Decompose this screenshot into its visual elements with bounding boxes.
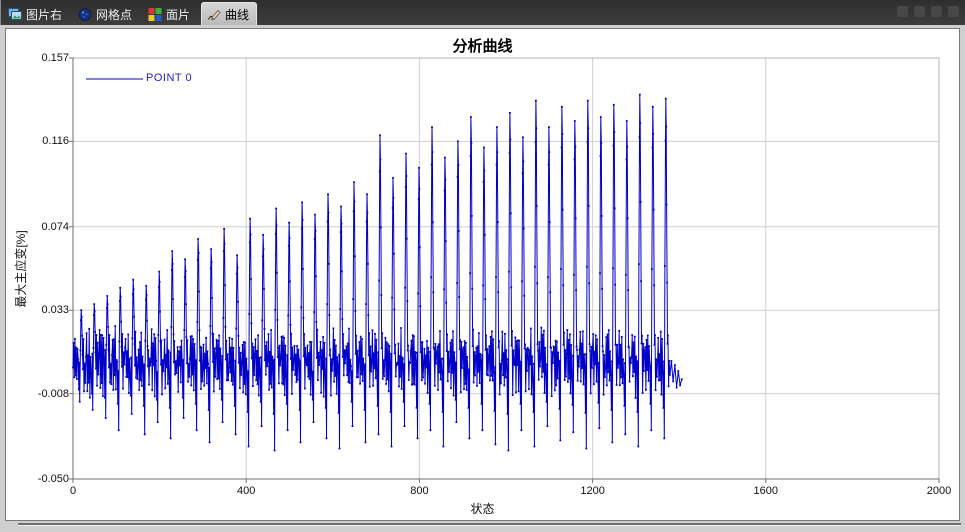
tab-curve[interactable]: 曲线 <box>201 2 258 25</box>
y-tick-label: 0.033 <box>41 304 69 317</box>
toolbar-icon[interactable] <box>948 6 959 17</box>
y-tick-label: -0.008 <box>37 387 69 400</box>
analysis-chart[interactable] <box>6 29 959 520</box>
toolbar-faint-icons <box>897 6 959 17</box>
y-tick-label: -0.050 <box>37 473 69 485</box>
x-tick-label: 800 <box>410 485 429 497</box>
tab-bar: 图片右 网格点 面片 曲线 <box>0 0 965 25</box>
x-axis-label: 状态 <box>470 502 495 516</box>
mesh-point-icon <box>78 8 92 21</box>
photo-icon <box>8 8 22 21</box>
x-tick-label: 0 <box>69 485 77 497</box>
tab-label: 曲线 <box>225 7 250 22</box>
tab-image-right[interactable]: 图片右 <box>3 4 69 25</box>
patch-icon <box>148 8 162 21</box>
legend-entry-point0: POINT 0 <box>146 72 193 84</box>
x-tick-label: 2000 <box>926 485 952 497</box>
bottom-groove <box>18 523 961 526</box>
x-tick-label: 400 <box>237 485 256 497</box>
y-tick-label: 0.157 <box>41 52 69 64</box>
toolbar-icon[interactable] <box>914 6 925 17</box>
curve-pen-icon <box>207 8 221 21</box>
curve-panel: 分析曲线 POINT 0 最大主应变[%] 状态 0.157 0.116 0.074… <box>5 28 960 521</box>
toolbar-icon[interactable] <box>931 6 942 17</box>
chart-title: 分析曲线 <box>452 38 513 55</box>
x-tick-label: 1200 <box>580 485 605 497</box>
y-axis-label: 最大主应变[%] <box>14 230 28 308</box>
toolbar-icon[interactable] <box>897 6 908 17</box>
y-tick-label: 0.074 <box>41 220 69 233</box>
y-tick-label: 0.116 <box>42 135 69 148</box>
tab-patches[interactable]: 面片 <box>143 4 197 25</box>
tab-mesh-points[interactable]: 网格点 <box>73 4 139 25</box>
x-tick-label: 1600 <box>753 485 779 497</box>
tab-label: 图片右 <box>26 8 63 22</box>
tab-label: 网格点 <box>96 8 133 22</box>
tab-label: 面片 <box>166 8 191 22</box>
